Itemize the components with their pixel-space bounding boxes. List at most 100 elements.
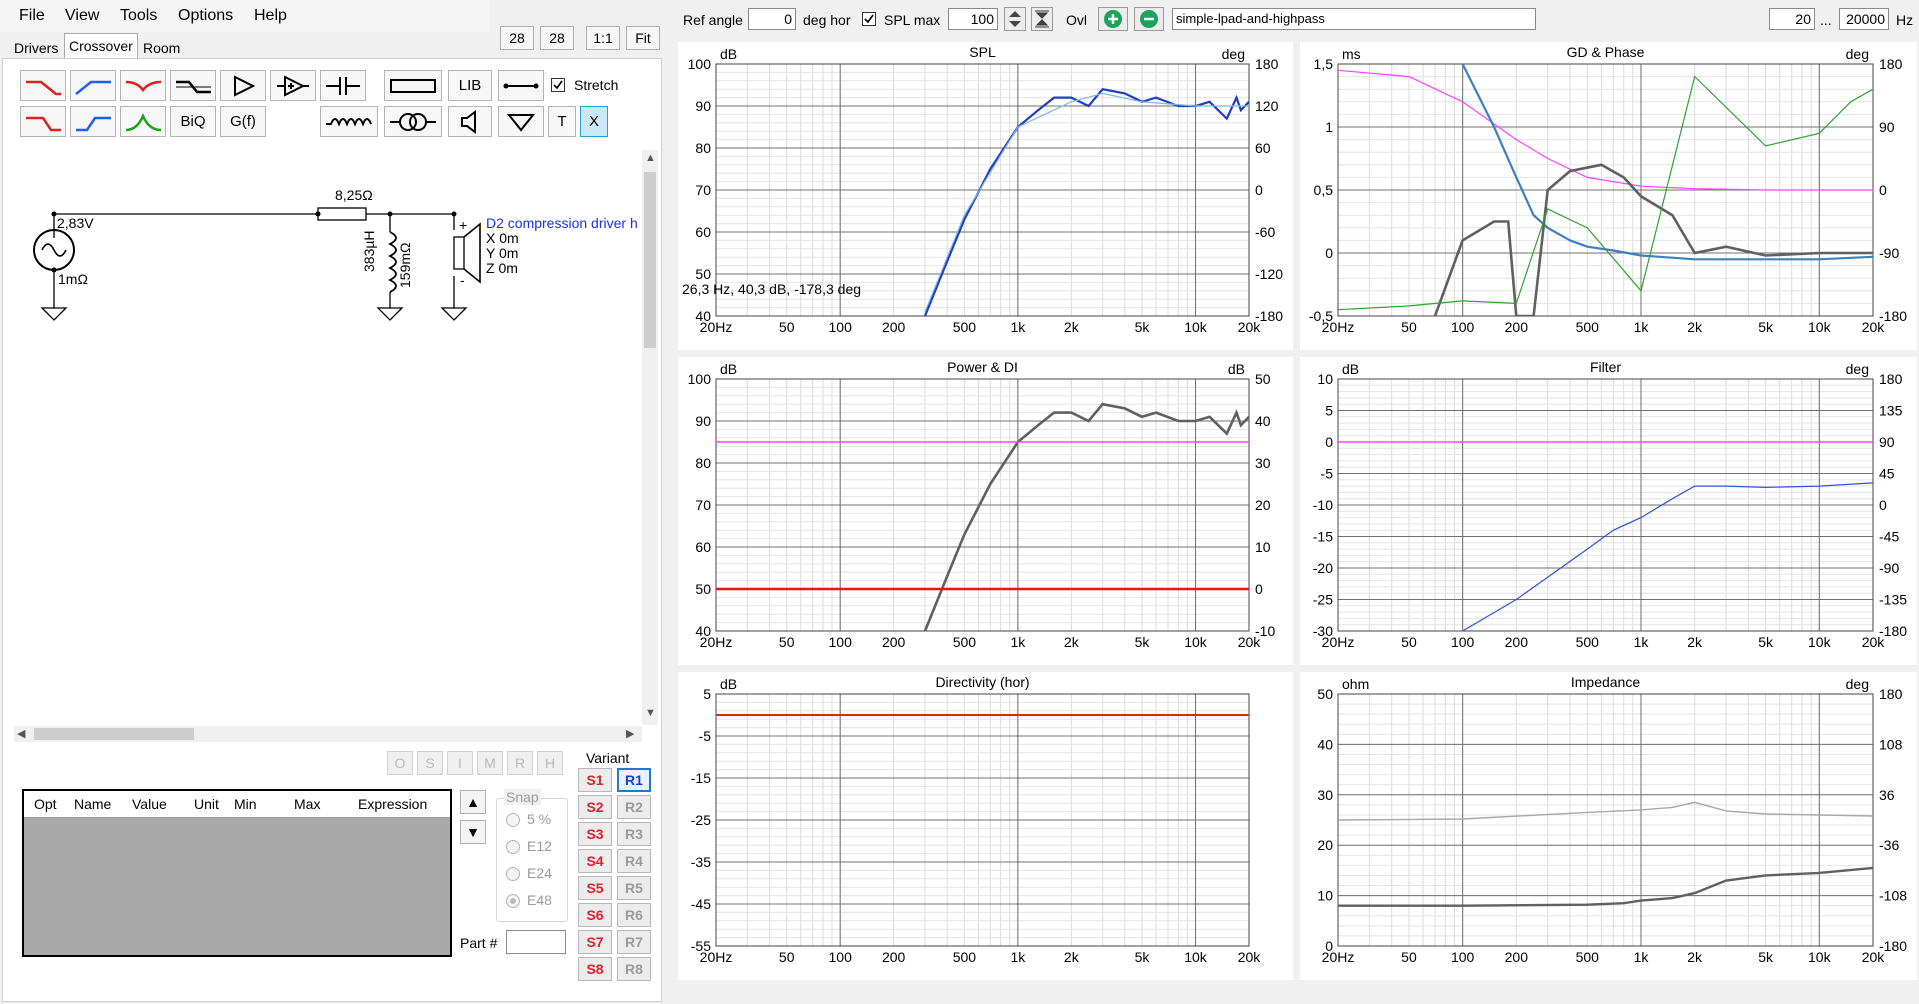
col-expression[interactable]: Expression xyxy=(358,796,427,812)
impedance-chart[interactable]: 50 40 30 20 10 0 180 108 36 -36 -108 -180 20Hz 50 100 2… xyxy=(1300,672,1917,980)
variant-s1-button[interactable]: S1 xyxy=(578,768,612,792)
directivity-chart[interactable]: 5 -5 -15 -25 -35 -45 -55 20Hz 50 100 200 500 1k 2k 5k 1… xyxy=(678,672,1293,980)
freq-max-input[interactable]: 20000 xyxy=(1839,8,1889,30)
snap-e12-radio[interactable] xyxy=(506,840,520,854)
scroll-right-icon[interactable]: ▶ xyxy=(626,727,634,740)
wire-button[interactable] xyxy=(498,70,544,101)
variant-s7-button[interactable]: S7 xyxy=(578,930,612,954)
variant-r5-button[interactable]: R5 xyxy=(617,876,651,900)
menu-file[interactable]: File xyxy=(19,7,45,25)
lowpass-2-button[interactable] xyxy=(20,106,66,137)
filter-chart[interactable]: 10 5 0 -5 -10 -15 -20 -25 -30 180 135 90 45 0 -45 -90 -1… xyxy=(1300,357,1917,665)
bandpass-button[interactable] xyxy=(120,106,166,137)
highpass-2-button[interactable] xyxy=(70,106,116,137)
t-button[interactable]: T xyxy=(548,106,576,137)
variant-r2-button[interactable]: R2 xyxy=(617,795,651,819)
variant-s2-button[interactable]: S2 xyxy=(578,795,612,819)
horizontal-scroll-thumb[interactable] xyxy=(34,728,194,740)
project-name-input[interactable]: simple-lpad-and-highpass xyxy=(1172,8,1536,30)
variant-r8-button[interactable]: R8 xyxy=(617,957,651,981)
resistor-button[interactable] xyxy=(384,70,442,101)
col-name[interactable]: Name xyxy=(74,796,111,812)
spl-fit-button[interactable] xyxy=(1031,7,1053,31)
amplifier-button[interactable] xyxy=(220,70,266,101)
ground-button[interactable] xyxy=(498,106,544,137)
fit-button[interactable]: Fit xyxy=(626,26,660,50)
capacitor-button[interactable] xyxy=(320,70,366,101)
speaker-button[interactable] xyxy=(448,106,492,137)
tab-crossover[interactable]: Crossover xyxy=(64,33,138,59)
y2-tick-label: -36 xyxy=(1879,837,1899,853)
snap-e24-radio[interactable] xyxy=(506,867,520,881)
add-overlay-button[interactable] xyxy=(1098,7,1128,31)
zoom-28b-button[interactable]: 28 xyxy=(540,26,574,50)
snap-5pct-radio[interactable] xyxy=(506,813,520,827)
variant-s8-button[interactable]: S8 xyxy=(578,957,612,981)
spl-max-spinner[interactable] xyxy=(1004,7,1026,31)
menu-help[interactable]: Help xyxy=(254,7,287,25)
opt-s-button[interactable]: S xyxy=(417,751,443,775)
power-di-chart[interactable]: 100 90 80 70 60 50 40 50 40 30 20 10 0 -10 20Hz 50 100 20… xyxy=(678,357,1293,665)
col-max[interactable]: Max xyxy=(294,796,320,812)
variant-r3-button[interactable]: R3 xyxy=(617,822,651,846)
menu-tools[interactable]: Tools xyxy=(120,7,157,25)
col-opt[interactable]: Opt xyxy=(34,796,57,812)
x-tick-label: 2k xyxy=(1687,634,1703,650)
menu-view[interactable]: View xyxy=(65,7,99,25)
variant-s3-button[interactable]: S3 xyxy=(578,822,612,846)
variant-s4-button[interactable]: S4 xyxy=(578,849,612,873)
col-unit[interactable]: Unit xyxy=(194,796,219,812)
zoom-1-1-button[interactable]: 1:1 xyxy=(586,26,620,50)
schematic-canvas[interactable]: 2,83V 1mΩ 8,25Ω 383µH 159mΩ + - D2 compr… xyxy=(14,150,644,725)
opt-m-button[interactable]: M xyxy=(477,751,503,775)
ref-angle-input[interactable]: 0 xyxy=(748,8,796,30)
scroll-up-icon[interactable]: ▲ xyxy=(645,152,656,164)
gd-phase-chart[interactable]: 1,5 1 0,5 0 -0,5 180 90 0 -90 -180 20Hz 50 100 200 500… xyxy=(1300,42,1917,350)
col-value[interactable]: Value xyxy=(132,796,167,812)
spl-max-input[interactable]: 100 xyxy=(948,8,998,30)
col-min[interactable]: Min xyxy=(234,796,257,812)
x-button[interactable]: X xyxy=(580,106,608,137)
variant-s6-button[interactable]: S6 xyxy=(578,903,612,927)
variant-r7-button[interactable]: R7 xyxy=(617,930,651,954)
schematic-vertical-scrollbar[interactable]: ▲ ▼ xyxy=(642,150,658,725)
highpass-1-button[interactable] xyxy=(70,70,116,101)
snap-e48-radio[interactable] xyxy=(506,894,520,908)
transformer-button[interactable] xyxy=(384,106,442,137)
stretch-checkbox[interactable] xyxy=(551,78,565,92)
variant-r4-button[interactable]: R4 xyxy=(617,849,651,873)
opt-o-button[interactable]: O xyxy=(387,751,413,775)
zoom-28-button[interactable]: 28 xyxy=(500,26,534,50)
capacitor-icon xyxy=(326,76,360,95)
move-down-button[interactable]: ▼ xyxy=(460,820,486,844)
opt-h-button[interactable]: H xyxy=(537,751,563,775)
move-up-button[interactable]: ▲ xyxy=(460,790,486,814)
opt-i-button[interactable]: I xyxy=(447,751,473,775)
spl-max-checkbox[interactable] xyxy=(862,12,876,26)
driver-name-label[interactable]: D2 compression driver h xyxy=(486,215,638,231)
remove-overlay-button[interactable] xyxy=(1134,7,1164,31)
scroll-down-icon[interactable]: ▼ xyxy=(645,707,656,719)
vertical-scroll-thumb[interactable] xyxy=(644,172,656,348)
notch-button[interactable] xyxy=(120,70,166,101)
buffer-button[interactable] xyxy=(270,70,316,101)
variant-s5-button[interactable]: S5 xyxy=(578,876,612,900)
freq-min-input[interactable]: 20 xyxy=(1769,8,1815,30)
lowpass-1-button[interactable] xyxy=(20,70,66,101)
opt-r-button[interactable]: R xyxy=(507,751,533,775)
spl-chart[interactable]: 100 90 80 70 60 50 40 180 120 60 0 -60 -120 -180 20Hz 5… xyxy=(678,42,1293,350)
shelf-button[interactable] xyxy=(170,70,216,101)
menu-options[interactable]: Options xyxy=(178,7,233,25)
tab-room[interactable]: Room xyxy=(139,38,184,58)
scroll-left-icon[interactable]: ◀ xyxy=(17,727,25,740)
biquad-button[interactable]: BiQ xyxy=(170,106,216,137)
inductor-button[interactable] xyxy=(320,106,378,137)
transfer-function-button[interactable]: G(f) xyxy=(220,106,266,137)
variant-r1-button[interactable]: R1 xyxy=(617,768,651,792)
lib-button[interactable]: LIB xyxy=(448,70,492,101)
variant-r6-button[interactable]: R6 xyxy=(617,903,651,927)
schematic-horizontal-scrollbar[interactable]: ◀ ▶ xyxy=(14,726,642,742)
tab-drivers[interactable]: Drivers xyxy=(10,38,62,58)
parameter-table[interactable]: Opt Name Value Unit Min Max Expression xyxy=(22,789,452,957)
part-number-input[interactable] xyxy=(506,930,566,954)
